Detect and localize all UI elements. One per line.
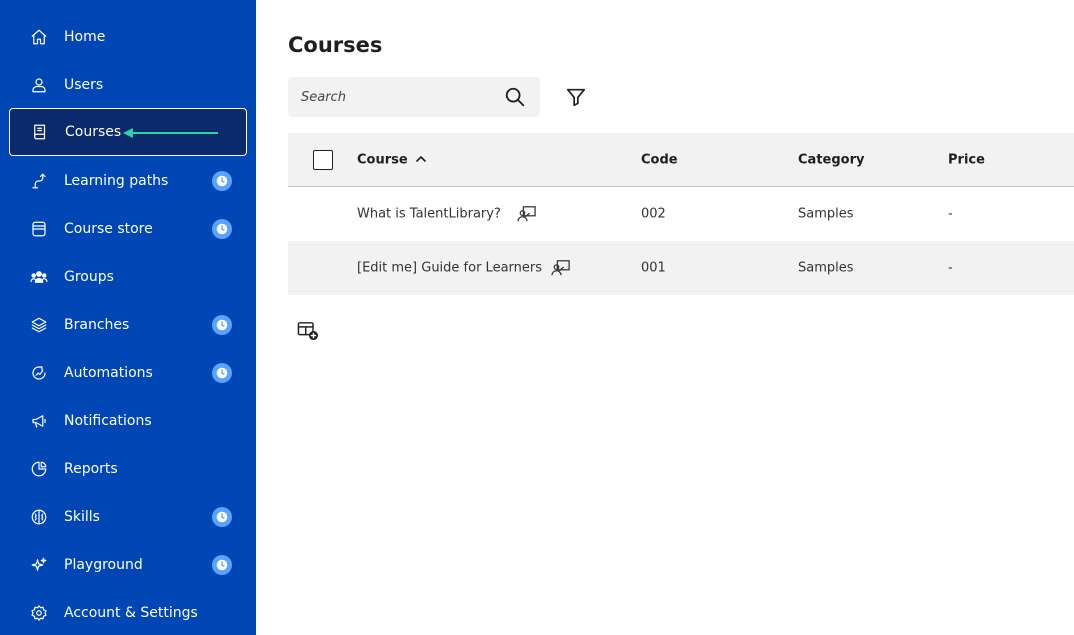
table-header: Course Code Category Price [288, 133, 1074, 187]
sidebar-item-home[interactable]: Home [9, 13, 247, 61]
sidebar-item-groups[interactable]: Groups [9, 253, 247, 301]
course-category: Samples [798, 206, 854, 222]
sidebar-item-reports[interactable]: Reports [9, 445, 247, 493]
column-header-category[interactable]: Category [798, 152, 864, 167]
sidebar-item-label: Automations [64, 365, 153, 381]
sidebar-item-account-settings[interactable]: Account & Settings [9, 589, 247, 635]
sidebar-item-label: Skills [64, 509, 100, 525]
select-all-checkbox[interactable] [313, 150, 333, 170]
sidebar-item-course-store[interactable]: Course store [9, 205, 247, 253]
table-row[interactable]: [Edit me] Guide for Learners 001 Samples… [288, 241, 1074, 295]
clock-icon [212, 171, 232, 191]
sidebar-item-label: Home [64, 29, 106, 45]
sidebar-item-label: Learning paths [64, 173, 169, 189]
sidebar-item-users[interactable]: Users [9, 61, 247, 109]
sidebar-item-label: Courses [65, 124, 122, 140]
gear-icon [29, 603, 49, 623]
sidebar-item-learning-paths[interactable]: Learning paths [9, 157, 247, 205]
user-icon [29, 75, 49, 95]
automation-icon [29, 363, 49, 383]
sidebar-item-label: Account & Settings [64, 605, 198, 621]
sidebar-item-playground[interactable]: Playground [9, 541, 247, 589]
clock-icon [212, 315, 232, 335]
course-code: 001 [641, 260, 666, 276]
clock-icon [212, 507, 232, 527]
sidebar-item-label: Groups [64, 269, 114, 285]
megaphone-icon [29, 411, 49, 431]
course-name[interactable]: [Edit me] Guide for Learners [357, 261, 542, 276]
sidebar-item-notifications[interactable]: Notifications [9, 397, 247, 445]
pie-chart-icon [29, 459, 49, 479]
course-code: 002 [641, 206, 666, 222]
courses-table: Course Code Category Price What is Talen… [288, 133, 1074, 295]
sort-ascending-icon[interactable] [415, 153, 427, 165]
store-icon [29, 219, 49, 239]
course-category: Samples [798, 260, 854, 276]
book-icon [30, 122, 50, 142]
clock-icon [212, 363, 232, 383]
add-table-icon[interactable] [297, 321, 319, 341]
sidebar-item-branches[interactable]: Branches [9, 301, 247, 349]
sidebar-item-automations[interactable]: Automations [9, 349, 247, 397]
course-price: - [948, 206, 953, 222]
column-header-course[interactable]: Course [357, 152, 408, 167]
search-icon[interactable] [504, 86, 526, 108]
sparkle-icon [29, 555, 49, 575]
sidebar-item-label: Users [64, 77, 104, 93]
table-row[interactable]: What is TalentLibrary? 002 Samples - [288, 187, 1074, 241]
column-header-code[interactable]: Code [641, 152, 678, 167]
path-icon [29, 171, 49, 191]
instructor-led-icon [517, 206, 536, 222]
annotation-arrow [123, 128, 218, 138]
group-icon [29, 267, 49, 287]
sidebar-item-skills[interactable]: Skills [9, 493, 247, 541]
layers-icon [29, 315, 49, 335]
search-input[interactable] [288, 77, 498, 117]
clock-icon [212, 555, 232, 575]
course-name[interactable]: What is TalentLibrary? [357, 207, 501, 222]
column-header-price[interactable]: Price [948, 152, 985, 167]
sidebar-item-label: Notifications [64, 413, 152, 429]
sidebar-item-label: Reports [64, 461, 118, 477]
sidebar-item-label: Course store [64, 221, 153, 237]
sidebar-item-label: Playground [64, 557, 143, 573]
clock-icon [212, 219, 232, 239]
home-icon [29, 27, 49, 47]
filter-icon[interactable] [565, 86, 587, 108]
brain-icon [29, 507, 49, 527]
sidebar: Home Users Courses Learning paths Course… [0, 0, 256, 635]
course-price: - [948, 260, 953, 276]
search-box [288, 77, 540, 117]
page-title: Courses [288, 33, 383, 57]
sidebar-item-label: Branches [64, 317, 130, 333]
instructor-led-icon [551, 260, 570, 276]
